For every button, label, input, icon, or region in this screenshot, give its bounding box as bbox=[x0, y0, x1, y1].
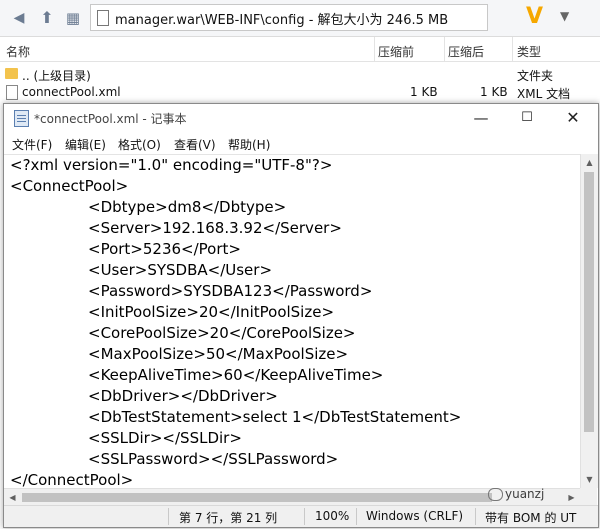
menu-view[interactable]: 查看(V) bbox=[174, 136, 216, 153]
back-arrow-icon[interactable]: ◀ bbox=[10, 9, 28, 27]
line-ending: Windows (CRLF) bbox=[366, 509, 464, 523]
archiver-logo-icon: V bbox=[526, 4, 544, 29]
item-name: connectPool.xml bbox=[22, 85, 121, 99]
scroll-down-icon[interactable]: ▼ bbox=[581, 471, 598, 488]
menu-edit[interactable]: 编辑(E) bbox=[65, 136, 106, 153]
vertical-scrollbar[interactable]: ▲ ▼ bbox=[580, 154, 598, 488]
item-type: 文件夹 bbox=[517, 69, 554, 83]
code-line: <Server>192.168.3.92</Server> bbox=[88, 219, 342, 237]
code-line: <Password>SYSDBA123</Password> bbox=[88, 282, 373, 300]
item-after-size: 1 KB bbox=[480, 85, 508, 99]
code-line: <Dbtype>dm8</Dbtype> bbox=[88, 198, 287, 216]
cursor-position: 第 7 行，第 21 列 bbox=[179, 511, 278, 525]
archive-path-text: manager.war\WEB-INF\config - 解包大小为 246.5… bbox=[115, 13, 449, 28]
horizontal-scroll-thumb[interactable] bbox=[22, 493, 492, 502]
column-type[interactable]: 类型 bbox=[517, 43, 541, 60]
file-list-header: 名称 压缩前 压缩后 类型 bbox=[0, 37, 600, 62]
close-icon[interactable]: ✕ bbox=[550, 104, 596, 132]
item-type: XML 文档 bbox=[517, 87, 571, 101]
zoom-level: 100% bbox=[315, 509, 350, 523]
code-line: <InitPoolSize>20</InitPoolSize> bbox=[88, 303, 335, 321]
document-icon bbox=[97, 10, 109, 26]
archive-toolbar: ◀ ⬆ ▦ manager.war\WEB-INF\config - 解包大小为… bbox=[0, 0, 600, 37]
code-line: <ConnectPool> bbox=[10, 177, 129, 195]
menu-format[interactable]: 格式(O) bbox=[118, 136, 161, 153]
scroll-right-icon[interactable]: ▶ bbox=[563, 489, 580, 506]
column-after-size[interactable]: 压缩后 bbox=[448, 43, 484, 60]
window-title: *connectPool.xml - 记事本 bbox=[34, 112, 187, 126]
column-name[interactable]: 名称 bbox=[6, 43, 30, 60]
chevron-down-icon[interactable]: ▼ bbox=[560, 9, 569, 23]
vertical-scroll-thumb[interactable] bbox=[584, 172, 594, 432]
list-item[interactable]: .. (上级目录) 文件夹 bbox=[0, 65, 600, 83]
watermark-text: yuanzj bbox=[505, 487, 545, 501]
code-line: <KeepAliveTime>60</KeepAliveTime> bbox=[88, 366, 384, 384]
status-divider bbox=[356, 508, 357, 525]
code-line: <MaxPoolSize>50</MaxPoolSize> bbox=[88, 345, 349, 363]
notepad-window: *connectPool.xml - 记事本 — ☐ ✕ 文件(F) 编辑(E)… bbox=[3, 103, 599, 528]
menu-help[interactable]: 帮助(H) bbox=[228, 136, 270, 153]
maximize-icon[interactable]: ☐ bbox=[504, 104, 550, 132]
notepad-menubar: 文件(F) 编辑(E) 格式(O) 查看(V) 帮助(H) bbox=[4, 132, 598, 154]
notepad-titlebar[interactable]: *connectPool.xml - 记事本 — ☐ ✕ bbox=[4, 104, 598, 132]
item-name: .. (上级目录) bbox=[22, 69, 91, 83]
column-divider bbox=[374, 37, 375, 61]
status-divider bbox=[168, 508, 169, 525]
status-divider bbox=[304, 508, 305, 525]
code-line: <Port>5236</Port> bbox=[88, 240, 241, 258]
xml-file-icon bbox=[6, 85, 18, 100]
up-arrow-icon[interactable]: ⬆ bbox=[38, 9, 56, 27]
status-divider bbox=[475, 508, 476, 525]
column-divider bbox=[444, 37, 445, 61]
code-line: <CorePoolSize>20</CorePoolSize> bbox=[88, 324, 356, 342]
code-line: <DbDriver></DbDriver> bbox=[88, 387, 278, 405]
scroll-left-icon[interactable]: ◀ bbox=[4, 489, 21, 506]
code-line: <SSLDir></SSLDir> bbox=[88, 429, 242, 447]
scroll-up-icon[interactable]: ▲ bbox=[581, 154, 598, 171]
menu-file[interactable]: 文件(F) bbox=[12, 136, 52, 153]
code-line: <DbTestStatement>select 1</DbTestStateme… bbox=[88, 408, 462, 426]
code-line: </ConnectPool> bbox=[10, 471, 134, 489]
item-before-size: 1 KB bbox=[410, 85, 438, 99]
text-editor-area[interactable]: <?xml version="1.0" encoding="UTF-8"?> <… bbox=[4, 154, 580, 489]
file-encoding: 带有 BOM 的 UT bbox=[485, 511, 577, 525]
list-item[interactable]: connectPool.xml 1 KB 1 KB XML 文档 bbox=[0, 83, 600, 101]
code-line: <?xml version="1.0" encoding="UTF-8"?> bbox=[10, 156, 333, 174]
column-divider bbox=[512, 37, 513, 61]
grid-view-icon[interactable]: ▦ bbox=[64, 9, 82, 27]
scrollbar-corner bbox=[580, 488, 597, 505]
folder-icon bbox=[5, 68, 18, 79]
notepad-app-icon bbox=[14, 110, 29, 127]
code-line: <SSLPassword></SSLPassword> bbox=[88, 450, 339, 468]
code-line: <User>SYSDBA</User> bbox=[88, 261, 273, 279]
minimize-icon[interactable]: — bbox=[458, 104, 504, 132]
status-bar: 第 7 行，第 21 列 100% Windows (CRLF) 带有 BOM … bbox=[4, 505, 598, 527]
column-before-size[interactable]: 压缩前 bbox=[378, 43, 414, 60]
archive-path-field[interactable]: manager.war\WEB-INF\config - 解包大小为 246.5… bbox=[90, 4, 488, 31]
wechat-icon bbox=[488, 488, 503, 501]
